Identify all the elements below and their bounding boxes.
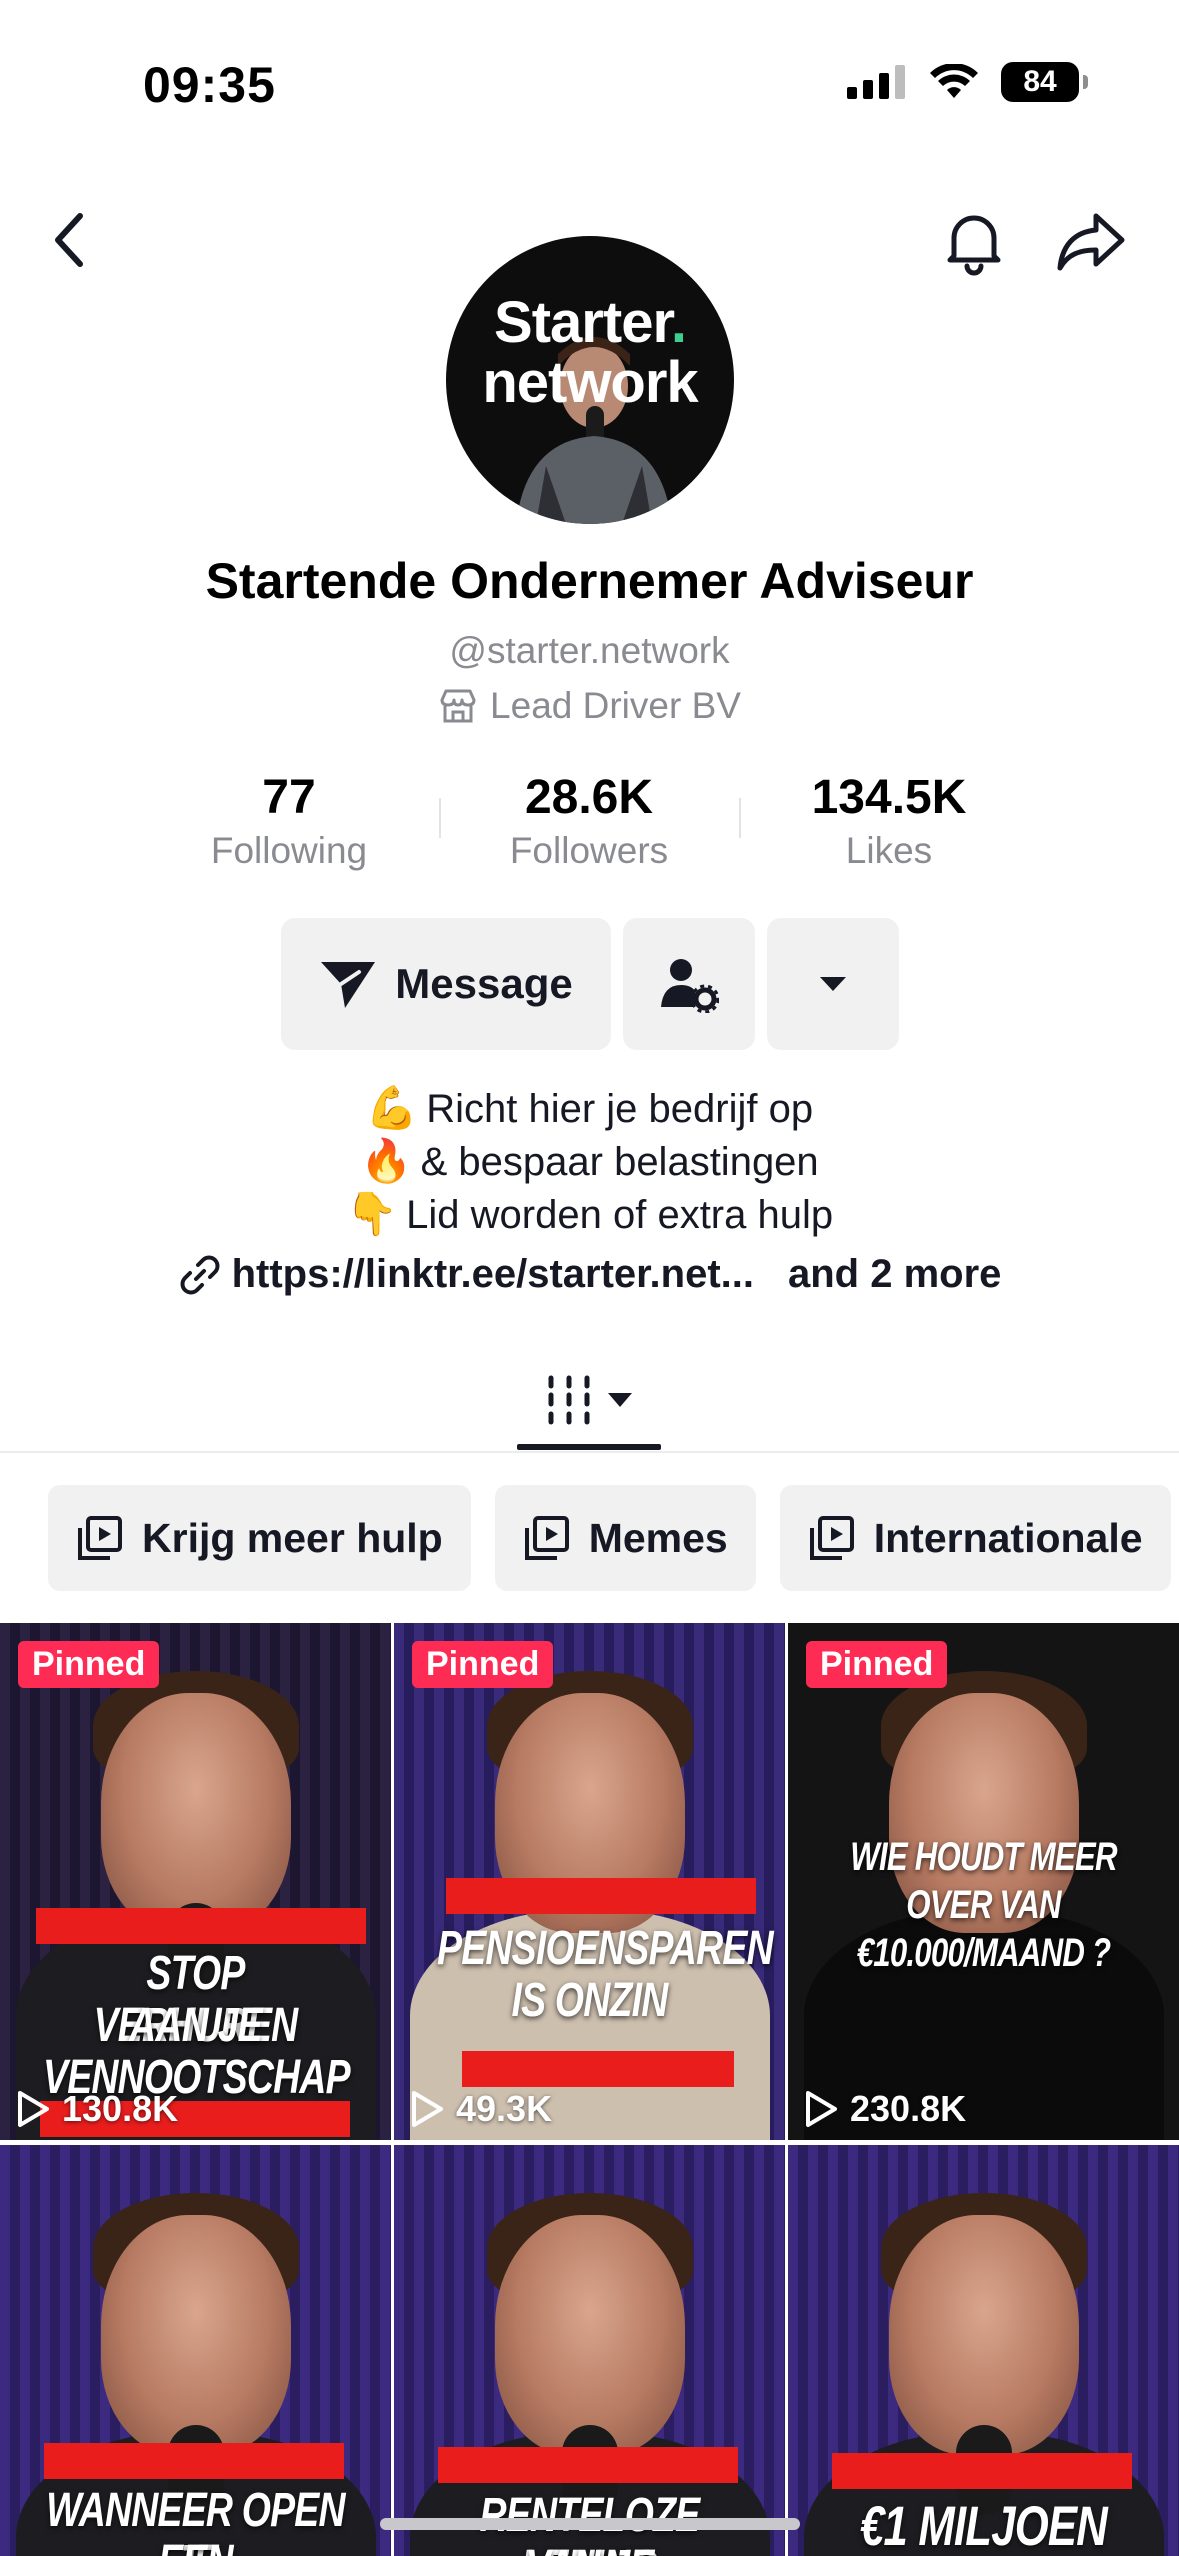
video-thumbnail[interactable]: WANNEER OPEN JE EEN MANAGEMENT- xyxy=(0,2145,391,2556)
bio-emoji: 👇 xyxy=(345,1190,399,1237)
playlist-label: Internationale xyxy=(873,1514,1143,1561)
playlist-label: Memes xyxy=(588,1514,728,1561)
back-button[interactable] xyxy=(38,208,102,272)
play-icon xyxy=(806,2091,837,2127)
stat-value: 77 xyxy=(262,771,316,824)
business-tag[interactable]: Lead Driver BV xyxy=(0,685,1179,727)
pinned-badge: Pinned xyxy=(18,1641,160,1688)
video-thumbnail[interactable]: WIE HOUDT MEER OVER VAN €10.000/MAAND ? … xyxy=(788,1623,1179,2140)
chevron-left-icon xyxy=(55,213,83,267)
stat-label: Following xyxy=(210,830,368,871)
more-links[interactable]: and 2 more xyxy=(788,1252,1001,1297)
bio-line: 👇 Lid worden of extra hulp xyxy=(0,1188,1179,1241)
video-caption: IS ONZIN xyxy=(511,1974,668,2027)
send-icon xyxy=(321,962,376,1008)
status-icons: 84 xyxy=(847,62,1088,102)
battery-indicator: 84 xyxy=(1001,62,1088,102)
playlist-chips: Krijg meer hulp Memes Internationale xyxy=(48,1485,1171,1591)
playlist-chip[interactable]: Internationale xyxy=(779,1485,1171,1591)
playlist-label: Krijg meer hulp xyxy=(142,1514,443,1561)
profile-stats: 77 Following 28.6K Followers 134.5K Like… xyxy=(0,770,1179,880)
bio-line: 🔥 & bespaar belastingen xyxy=(0,1135,1179,1188)
tab-indicator xyxy=(517,1444,661,1450)
video-caption: OVER VAN xyxy=(906,1883,1061,1927)
stat-value: 28.6K xyxy=(524,771,654,824)
stat-likes[interactable]: 134.5K Likes xyxy=(739,770,1039,876)
playlist-icon xyxy=(809,1516,854,1560)
profile-name: Startende Ondernemer Adviseur xyxy=(205,553,974,609)
stat-value: 134.5K xyxy=(811,771,967,824)
signal-icon xyxy=(847,65,905,99)
tab-videos[interactable] xyxy=(517,1350,661,1450)
tab-divider xyxy=(0,1451,1179,1453)
video-caption: €1 MILJOEN xyxy=(859,2494,1108,2556)
status-time: 09:35 xyxy=(143,57,276,113)
stat-following[interactable]: 77 Following xyxy=(139,770,439,876)
wifi-icon xyxy=(930,64,978,98)
bio-emoji: 🔥 xyxy=(360,1137,413,1184)
view-count: 230.8K xyxy=(804,2088,966,2130)
business-name: Lead Driver BV xyxy=(490,685,741,726)
video-grid: STOP VERHUREN AAN JE VENNOOTSCHAP Pinned… xyxy=(0,1623,1179,2556)
bio-line: 💪 Richt hier je bedrijf op xyxy=(0,1082,1179,1135)
notifications-button[interactable] xyxy=(940,208,1008,276)
play-icon xyxy=(18,2091,49,2127)
video-thumbnail[interactable]: RENTELOZE LENING VAN JE xyxy=(394,2145,785,2556)
video-caption: €10.000/MAAND ? xyxy=(856,1931,1111,1975)
link-icon xyxy=(180,1255,220,1294)
video-caption: PENSIOENSPAREN xyxy=(437,1922,774,1975)
video-thumbnail[interactable]: €1 MILJOEN xyxy=(788,2145,1179,2556)
stat-label: Likes xyxy=(845,830,933,871)
caret-down-icon xyxy=(820,977,846,991)
stat-label: Followers xyxy=(509,830,669,871)
status-bar: 09:35 84 xyxy=(0,0,1179,170)
video-thumbnail[interactable]: STOP VERHUREN AAN JE VENNOOTSCHAP Pinned… xyxy=(0,1623,391,2140)
play-icon xyxy=(412,2091,443,2127)
video-caption: AAN JE xyxy=(129,1999,262,2052)
pinned-badge: Pinned xyxy=(412,1641,554,1688)
video-thumbnail[interactable]: PENSIOENSPAREN IS ONZIN Pinned 49.3K xyxy=(394,1623,785,2140)
bio-link[interactable]: https://linktr.ee/starter.net... xyxy=(232,1252,754,1297)
playlist-icon xyxy=(78,1516,122,1560)
video-caption: WIE HOUDT MEER xyxy=(850,1835,1117,1879)
store-icon xyxy=(440,689,476,723)
bio-link-row[interactable]: https://linktr.ee/starter.net... and 2 m… xyxy=(0,1252,1179,1297)
view-count: 130.8K xyxy=(16,2088,178,2130)
playlist-icon xyxy=(524,1516,569,1560)
view-count: 49.3K xyxy=(410,2088,552,2130)
share-button[interactable] xyxy=(1056,208,1128,276)
bell-icon xyxy=(947,215,1001,276)
share-arrow-icon xyxy=(1057,213,1125,271)
message-label: Message xyxy=(395,960,573,1007)
bio-text: Lid worden of extra hulp xyxy=(406,1193,834,1237)
avatar-logo-line1: Starter. xyxy=(494,290,687,355)
message-button[interactable]: Message xyxy=(281,918,611,1050)
avatar[interactable]: Starter. network xyxy=(446,236,734,524)
bio-emoji: 💪 xyxy=(365,1084,419,1131)
friend-settings-button[interactable] xyxy=(623,918,755,1050)
profile-handle: @starter.network xyxy=(449,630,730,671)
video-caption: VAN JE xyxy=(437,2542,742,2556)
video-grid-icon xyxy=(548,1375,590,1425)
more-options-button[interactable] xyxy=(767,918,899,1050)
video-caption: EEN MANAGEMENT- xyxy=(43,2537,348,2556)
avatar-logo-line2: network xyxy=(482,350,698,415)
bio-text: Richt hier je bedrijf op xyxy=(426,1087,814,1131)
profile-bio: 💪 Richt hier je bedrijf op 🔥 & bespaar bel… xyxy=(0,1082,1179,1241)
playlist-chip[interactable]: Krijg meer hulp xyxy=(48,1485,471,1591)
bio-text: & bespaar belastingen xyxy=(420,1140,819,1184)
playlist-chip[interactable]: Memes xyxy=(494,1485,756,1591)
home-indicator[interactable] xyxy=(380,2518,800,2530)
pinned-badge: Pinned xyxy=(806,1641,948,1688)
caret-down-icon xyxy=(608,1393,632,1407)
user-settings-icon xyxy=(661,959,719,1013)
stat-followers[interactable]: 28.6K Followers xyxy=(439,770,739,876)
